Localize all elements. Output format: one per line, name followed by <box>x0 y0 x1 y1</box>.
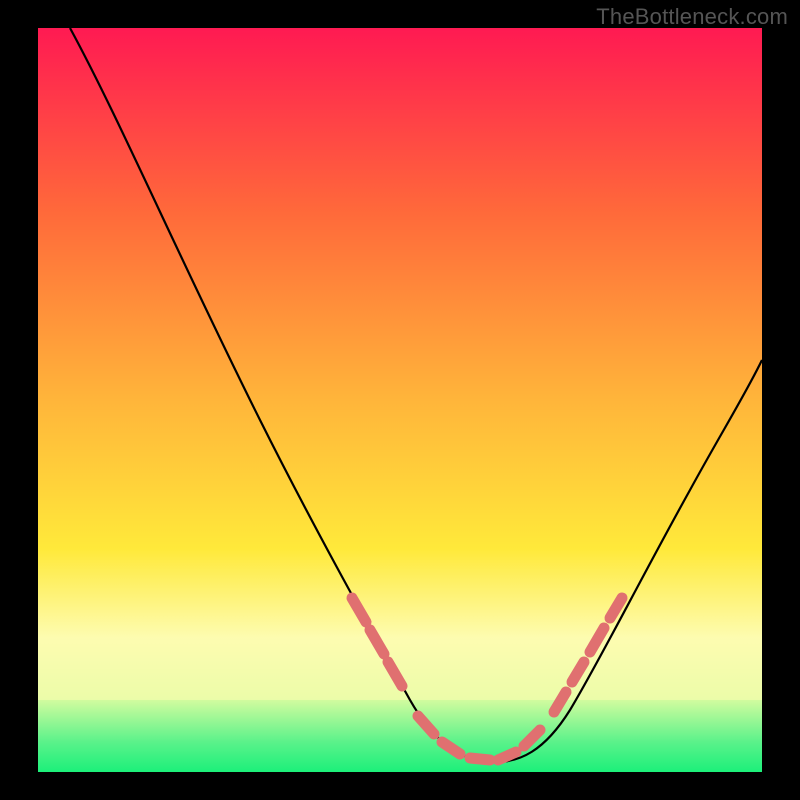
chart-svg <box>0 0 800 800</box>
bottleneck-chart: TheBottleneck.com <box>0 0 800 800</box>
watermark: TheBottleneck.com <box>596 4 788 30</box>
